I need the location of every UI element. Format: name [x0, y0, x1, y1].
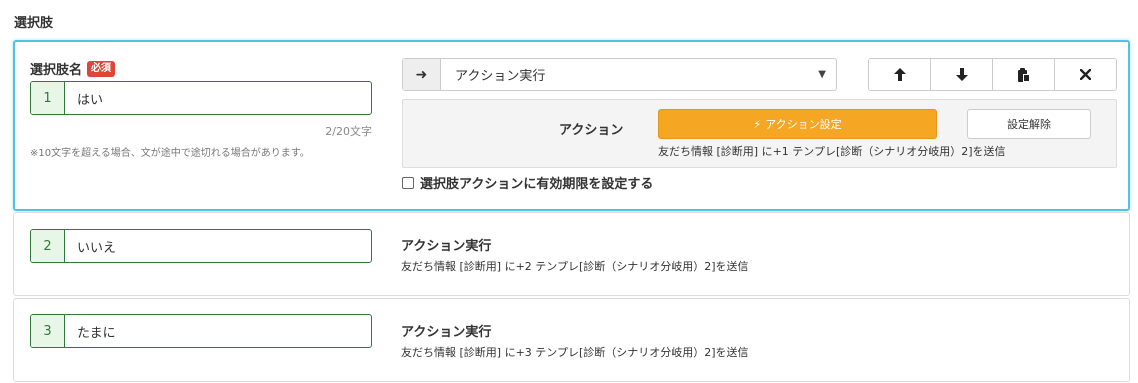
action-setting-label: アクション設定 — [765, 118, 842, 131]
close-icon — [1080, 69, 1091, 80]
clipboard-icon — [1018, 67, 1030, 82]
action-description: 友だち情報 [診断用] に+3 テンプレ[診断（シナリオ分岐用）2]を送信 — [401, 346, 749, 359]
action-panel: アクション ⚡ アクション設定 設定解除 友だち情報 [診断用] に+1 テンプ… — [402, 99, 1117, 168]
action-setting-button[interactable]: ⚡ アクション設定 — [658, 109, 937, 139]
delete-button[interactable] — [1055, 59, 1116, 90]
choice-name-value[interactable]: はい — [65, 82, 371, 114]
choice-card-3[interactable]: 3 たまに アクション実行 友だち情報 [診断用] に+3 テンプレ[診断（シナ… — [13, 298, 1130, 382]
copy-button[interactable] — [993, 59, 1055, 90]
arrow-up-icon — [893, 68, 906, 81]
action-title: アクション実行 — [401, 239, 492, 254]
section-title: 選択肢 — [14, 16, 54, 31]
expiry-checkbox[interactable] — [402, 176, 414, 189]
choice-name-value[interactable]: たまに — [65, 315, 371, 347]
expiry-checkbox-row[interactable]: 選択肢アクションに有効期限を設定する — [402, 173, 653, 192]
choice-name-value[interactable]: いいえ — [65, 230, 371, 262]
arrow-right-icon: ➜ — [403, 59, 441, 90]
choice-name-label-text: 選択肢名 — [30, 63, 83, 78]
action-title: アクション実行 — [401, 325, 492, 340]
required-badge: 必須 — [87, 60, 116, 77]
choice-name-input-3[interactable]: 3 たまに — [30, 314, 372, 348]
choice-control-buttons — [868, 58, 1117, 91]
choice-card-1[interactable]: 選択肢名 必須 1 はい 2/20文字 ※10文字を超える場合、文が途中で途切れ… — [13, 40, 1130, 211]
choice-name-input-1[interactable]: 1 はい — [30, 81, 372, 115]
move-up-button[interactable] — [869, 59, 931, 90]
choice-card-2[interactable]: 2 いいえ アクション実行 友だち情報 [診断用] に+2 テンプレ[診断（シナ… — [13, 212, 1130, 296]
choice-name-input-2[interactable]: 2 いいえ — [30, 229, 372, 263]
char-counter: 2/20文字 — [325, 125, 372, 138]
choice-name-label: 選択肢名 必須 — [30, 59, 116, 78]
choice-number: 3 — [31, 315, 65, 347]
action-description: 友だち情報 [診断用] に+2 テンプレ[診断（シナリオ分岐用）2]を送信 — [401, 260, 749, 273]
length-note: ※10文字を超える場合、文が途中で途切れる場合があります。 — [30, 148, 310, 159]
chevron-down-icon: ▼ — [818, 69, 826, 80]
action-type-select[interactable]: ➜ アクション実行 ▼ — [402, 58, 837, 91]
action-clear-button[interactable]: 設定解除 — [967, 109, 1091, 139]
move-down-button[interactable] — [931, 59, 993, 90]
action-label: アクション — [559, 123, 624, 138]
arrow-down-icon — [955, 68, 968, 81]
action-type-value: アクション実行 — [455, 69, 546, 84]
expiry-label: 選択肢アクションに有効期限を設定する — [420, 177, 654, 192]
bolt-icon: ⚡ — [753, 117, 762, 131]
action-description: 友だち情報 [診断用] に+1 テンプレ[診断（シナリオ分岐用）2]を送信 — [658, 145, 1006, 158]
choice-number: 2 — [31, 230, 65, 262]
choice-number: 1 — [31, 82, 65, 114]
